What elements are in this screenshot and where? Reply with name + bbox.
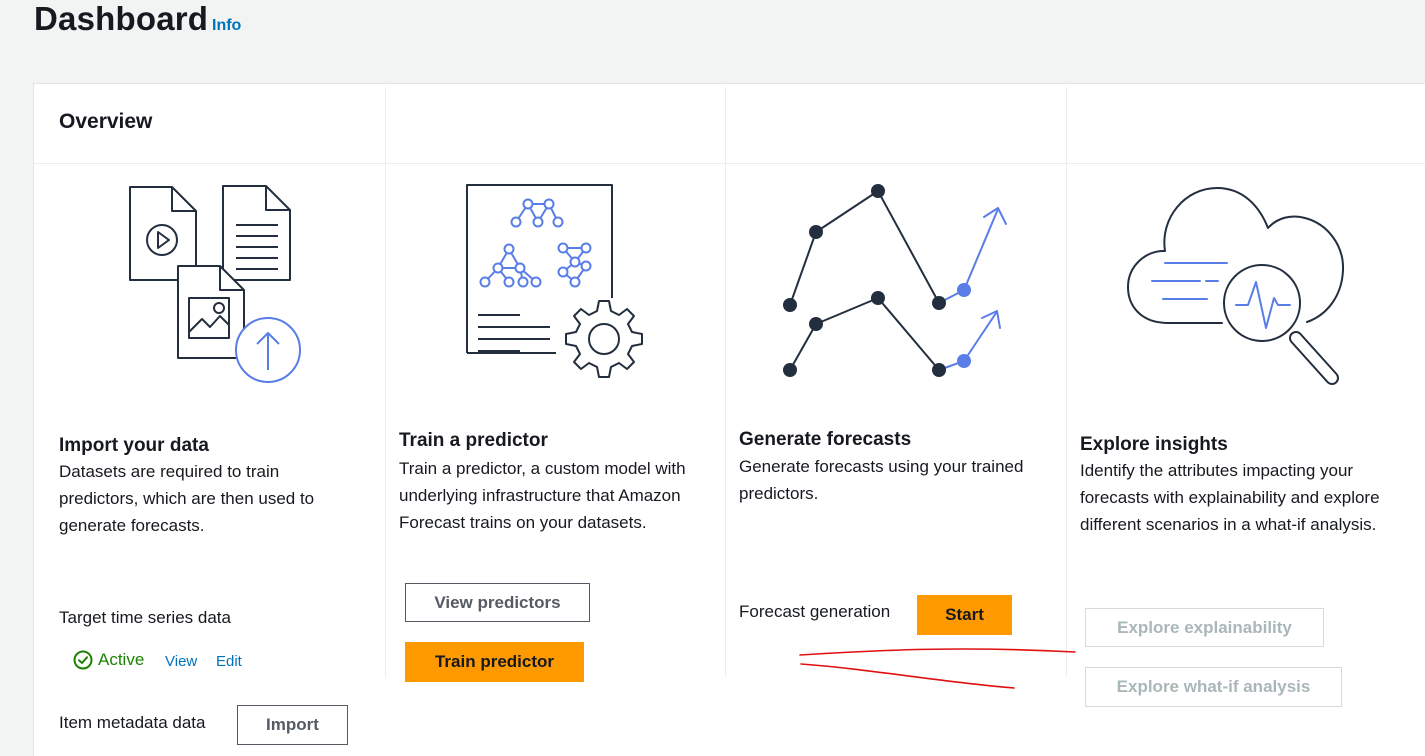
column-divider [385,87,386,677]
page-title: Dashboard [34,0,209,37]
check-circle-icon [73,650,93,670]
documents-upload-illustration [129,185,301,383]
edit-dataset-link[interactable]: Edit [216,653,242,670]
train-card-description: Train a predictor, a custom model with u… [399,459,686,532]
overview-header: Overview [34,84,1425,164]
explore-whatif-button[interactable]: Explore what-if analysis [1085,667,1342,707]
target-data-status: Active [73,650,144,670]
explore-explainability-button[interactable]: Explore explainability [1085,608,1324,647]
cloud-insights-illustration [1127,187,1345,385]
forecast-lines-illustration [783,184,1007,377]
info-link[interactable]: Info [212,17,241,35]
overview-title: Overview [59,110,153,133]
predictor-document-gear-illustration [466,184,643,378]
item-metadata-label: Item metadata data [59,713,206,732]
forecast-generation-label: Forecast generation [739,602,891,621]
train-predictor-button[interactable]: Train predictor [405,642,584,682]
import-button[interactable]: Import [237,705,348,745]
generate-card-title: Generate forecasts [739,429,912,450]
target-data-label: Target time series data [59,608,231,627]
train-card-title: Train a predictor [399,430,548,451]
import-card-title: Import your data [59,435,209,456]
import-card-description: Datasets are required to train predictor… [59,462,315,535]
start-button[interactable]: Start [917,595,1012,635]
status-text: Active [98,650,145,669]
generate-card-description: Generate forecasts using your trained pr… [739,457,1024,503]
explore-card-title: Explore insights [1080,434,1228,455]
column-divider [725,87,726,677]
view-predictors-button[interactable]: View predictors [405,583,590,622]
view-dataset-link[interactable]: View [165,653,197,670]
explore-card-description: Identify the attributes impacting your f… [1080,461,1380,534]
column-divider [1066,87,1067,677]
